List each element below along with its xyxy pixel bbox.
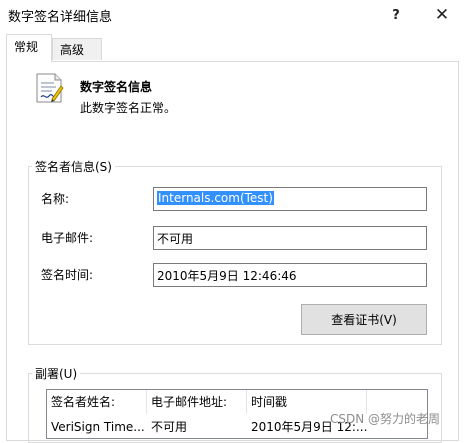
info-status: 此数字签名正常。 [80,101,177,115]
window-title: 数字签名详细信息 [8,10,113,25]
name-field[interactable]: Internals.com(Test) [153,187,427,211]
tab-general[interactable]: 常规 [6,34,52,62]
countersignatures-legend: 副署(U) [32,365,81,382]
close-button[interactable]: ✕ [419,0,465,30]
signing-time-label: 签名时间: [41,268,94,282]
view-certificate-button[interactable]: 查看证书(V) [301,304,427,335]
certificate-icon [36,73,64,103]
tab-advanced[interactable]: 高级 [52,38,102,60]
email-label: 电子邮件: [41,231,94,245]
signer-info-legend: 签名者信息(S) [32,158,115,175]
signing-time-field[interactable]: 2010年5月9日 12:46:46 [153,263,427,287]
title-bar: 数字签名详细信息 ? ✕ [0,0,465,30]
info-title: 数字签名信息 [80,80,153,94]
name-value: Internals.com(Test) [157,191,274,205]
watermark: CSDN @努力的老周 [330,412,441,426]
column-email-address[interactable]: 电子邮件地址: [147,390,247,414]
email-field[interactable]: 不可用 [153,226,427,250]
help-button[interactable]: ? [373,0,419,30]
email-value: 不可用 [157,232,194,246]
name-label: 名称: [41,192,70,206]
signing-time-value: 2010年5月9日 12:46:46 [157,269,297,283]
tab-strip: 常规 高级 [0,34,465,62]
column-signer-name[interactable]: 签名者姓名: [47,390,147,414]
